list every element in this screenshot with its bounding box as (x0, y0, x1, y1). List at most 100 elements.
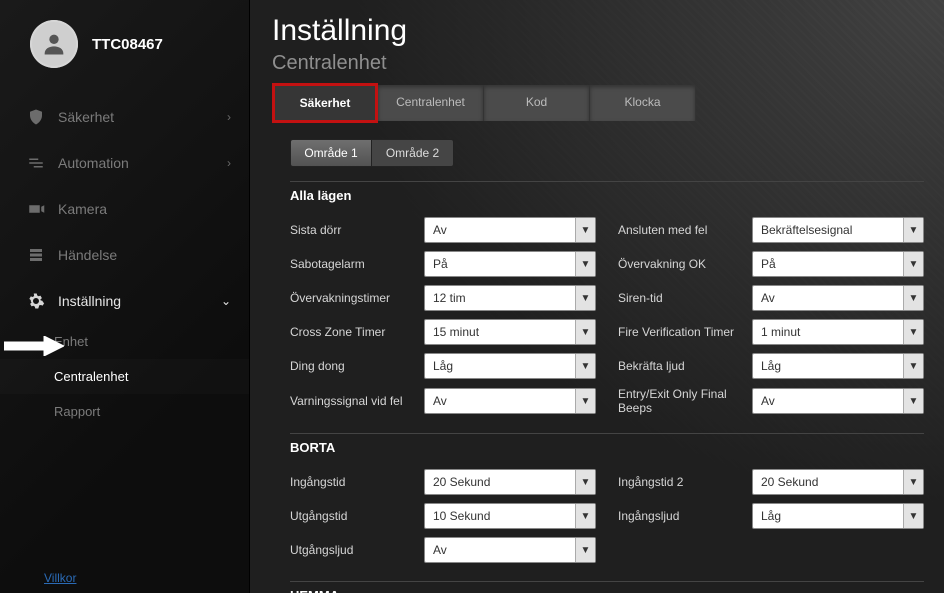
settings-row: Cross Zone Timer 15 minut ▼ Fire Verificati… (290, 315, 924, 349)
caret-down-icon: ▼ (575, 252, 595, 276)
setting-label: Utgångsljud (290, 543, 410, 557)
chevron-right-icon: › (227, 110, 231, 124)
sidebar-item-label: Säkerhet (58, 109, 114, 125)
settings-pair: Utgångstid10 Sekund▼ (290, 503, 596, 529)
setting-label: Fire Verification Timer (618, 325, 738, 339)
setting-value: 1 minut (761, 325, 800, 339)
section-home: HEMMA Ingångstid20 Sekund▼Ingångstid 220… (290, 581, 924, 593)
chevron-down-icon: ⌄ (221, 294, 231, 308)
setting-value: 10 Sekund (433, 509, 490, 523)
caret-down-icon: ▼ (575, 354, 595, 378)
settings-row: Ingångstid 20 Sekund▼ Ingångstid 2 20 Sekun… (290, 465, 924, 499)
tab-security[interactable]: Säkerhet (272, 83, 378, 123)
caret-down-icon: ▼ (575, 286, 595, 310)
tab-central[interactable]: Centralenhet (378, 85, 484, 121)
setting-select[interactable]: Av▼ (752, 285, 924, 311)
setting-value: Av (761, 291, 775, 305)
caret-down-icon: ▼ (903, 389, 923, 413)
sidebar-item-automation[interactable]: Automation › (0, 140, 249, 186)
caret-down-icon: ▼ (575, 320, 595, 344)
sliders-icon (26, 153, 46, 173)
sidebar-item-security[interactable]: Säkerhet › (0, 94, 249, 140)
setting-select[interactable]: 20 Sekund▼ (752, 469, 924, 495)
sidebar-nav: Säkerhet › Automation › Kamera Händelse … (0, 94, 249, 429)
sidebar: TTC08467 Säkerhet › Automation › Kamera … (0, 0, 250, 593)
setting-value: 15 minut (433, 325, 479, 339)
camera-icon (26, 199, 46, 219)
setting-select[interactable]: 10 Sekund▼ (424, 503, 596, 529)
terms-link[interactable]: Villkor (44, 571, 76, 585)
setting-select[interactable]: Av▼ (424, 388, 596, 414)
setting-select[interactable]: 20 Sekund▼ (424, 469, 596, 495)
main-content: Inställning Centralenhet Säkerhet Centra… (250, 0, 944, 593)
setting-select[interactable]: På▼ (752, 251, 924, 277)
sidebar-item-label: Automation (58, 155, 129, 171)
setting-label: Övervakning OK (618, 257, 738, 271)
avatar (30, 20, 78, 68)
setting-value: Av (761, 394, 775, 408)
settings-pair: Ingångstid 20 Sekund▼ (290, 469, 596, 495)
settings-pair: Varningssignal vid fel Av▼ (290, 387, 596, 415)
settings-pair: Övervakningstimer12 tim▼ (290, 285, 596, 311)
sidebar-sub-central[interactable]: Centralenhet (0, 359, 249, 394)
page-title: Inställning (272, 14, 924, 48)
sidebar-item-events[interactable]: Händelse (0, 232, 249, 278)
settings-row: SabotagelarmPå▼Övervakning OKPå▼ (290, 247, 924, 281)
settings-pair: Siren-tidAv▼ (618, 285, 924, 311)
setting-select[interactable]: Bekräftelsesignal▼ (752, 217, 924, 243)
settings-row: Övervakningstimer12 tim▼ Siren-tidAv▼ (290, 281, 924, 315)
settings-pair: Övervakning OK På▼ (618, 251, 924, 277)
setting-label: Varningssignal vid fel (290, 394, 410, 408)
footer-terms: Villkor (44, 571, 76, 585)
caret-down-icon: ▼ (575, 470, 595, 494)
caret-down-icon: ▼ (903, 218, 923, 242)
setting-select[interactable]: 15 minut ▼ (424, 319, 596, 345)
section-title: BORTA (290, 433, 924, 465)
setting-label: Ingångsljud (618, 509, 738, 523)
settings-pair: Ansluten med felBekräftelsesignal▼ (618, 217, 924, 243)
setting-value: Låg (433, 359, 453, 373)
setting-select[interactable]: Låg ▼ (424, 353, 596, 379)
tab-clock[interactable]: Klocka (590, 85, 696, 121)
setting-value: Låg (761, 359, 781, 373)
setting-select[interactable]: Av▼ (424, 537, 596, 563)
tab-code[interactable]: Kod (484, 85, 590, 121)
shield-icon (26, 107, 46, 127)
setting-select[interactable]: Av ▼ (752, 388, 924, 414)
sidebar-item-settings[interactable]: Inställning ⌄ (0, 278, 249, 324)
setting-value: Av (433, 223, 447, 237)
setting-select[interactable]: 12 tim▼ (424, 285, 596, 311)
setting-label: Cross Zone Timer (290, 325, 410, 339)
sidebar-item-camera[interactable]: Kamera (0, 186, 249, 232)
setting-value: Låg (761, 509, 781, 523)
settings-row: Utgångsljud Av▼ (290, 533, 924, 567)
sidebar-item-label: Händelse (58, 247, 117, 263)
settings-pair: Entry/Exit Only Final BeepsAv▼ (618, 387, 924, 415)
setting-label: Sabotagelarm (290, 257, 410, 271)
subtab-area1[interactable]: Område 1 (290, 139, 372, 167)
page-subtitle: Centralenhet (272, 52, 924, 75)
caret-down-icon: ▼ (575, 538, 595, 562)
settings-pair: Sabotagelarm På▼ (290, 251, 596, 277)
user-icon (40, 30, 68, 58)
subtab-area2[interactable]: Område 2 (372, 139, 454, 167)
app-root: TTC08467 Säkerhet › Automation › Kamera … (0, 0, 944, 593)
list-icon (26, 245, 46, 265)
settings-row: Sista dörrAv▼Ansluten med felBekräftelse… (290, 213, 924, 247)
setting-select[interactable]: På▼ (424, 251, 596, 277)
setting-select[interactable]: 1 minut▼ (752, 319, 924, 345)
setting-select[interactable]: Låg▼ (752, 503, 924, 529)
setting-label: Ingångstid (290, 475, 410, 489)
section-title: HEMMA (290, 581, 924, 593)
settings-row: Utgångstid10 Sekund▼ Ingångsljud Låg▼ (290, 499, 924, 533)
caret-down-icon: ▼ (903, 470, 923, 494)
settings-pair: Utgångsljud Av▼ (290, 537, 596, 563)
setting-value: På (761, 257, 776, 271)
settings-pair: Ingångsljud Låg▼ (618, 503, 924, 529)
setting-select[interactable]: Låg▼ (752, 353, 924, 379)
sidebar-item-label: Inställning (58, 293, 121, 309)
setting-label: Ingångstid 2 (618, 475, 738, 489)
gear-icon (26, 291, 46, 311)
setting-select[interactable]: Av▼ (424, 217, 596, 243)
sidebar-sub-report[interactable]: Rapport (0, 394, 249, 429)
